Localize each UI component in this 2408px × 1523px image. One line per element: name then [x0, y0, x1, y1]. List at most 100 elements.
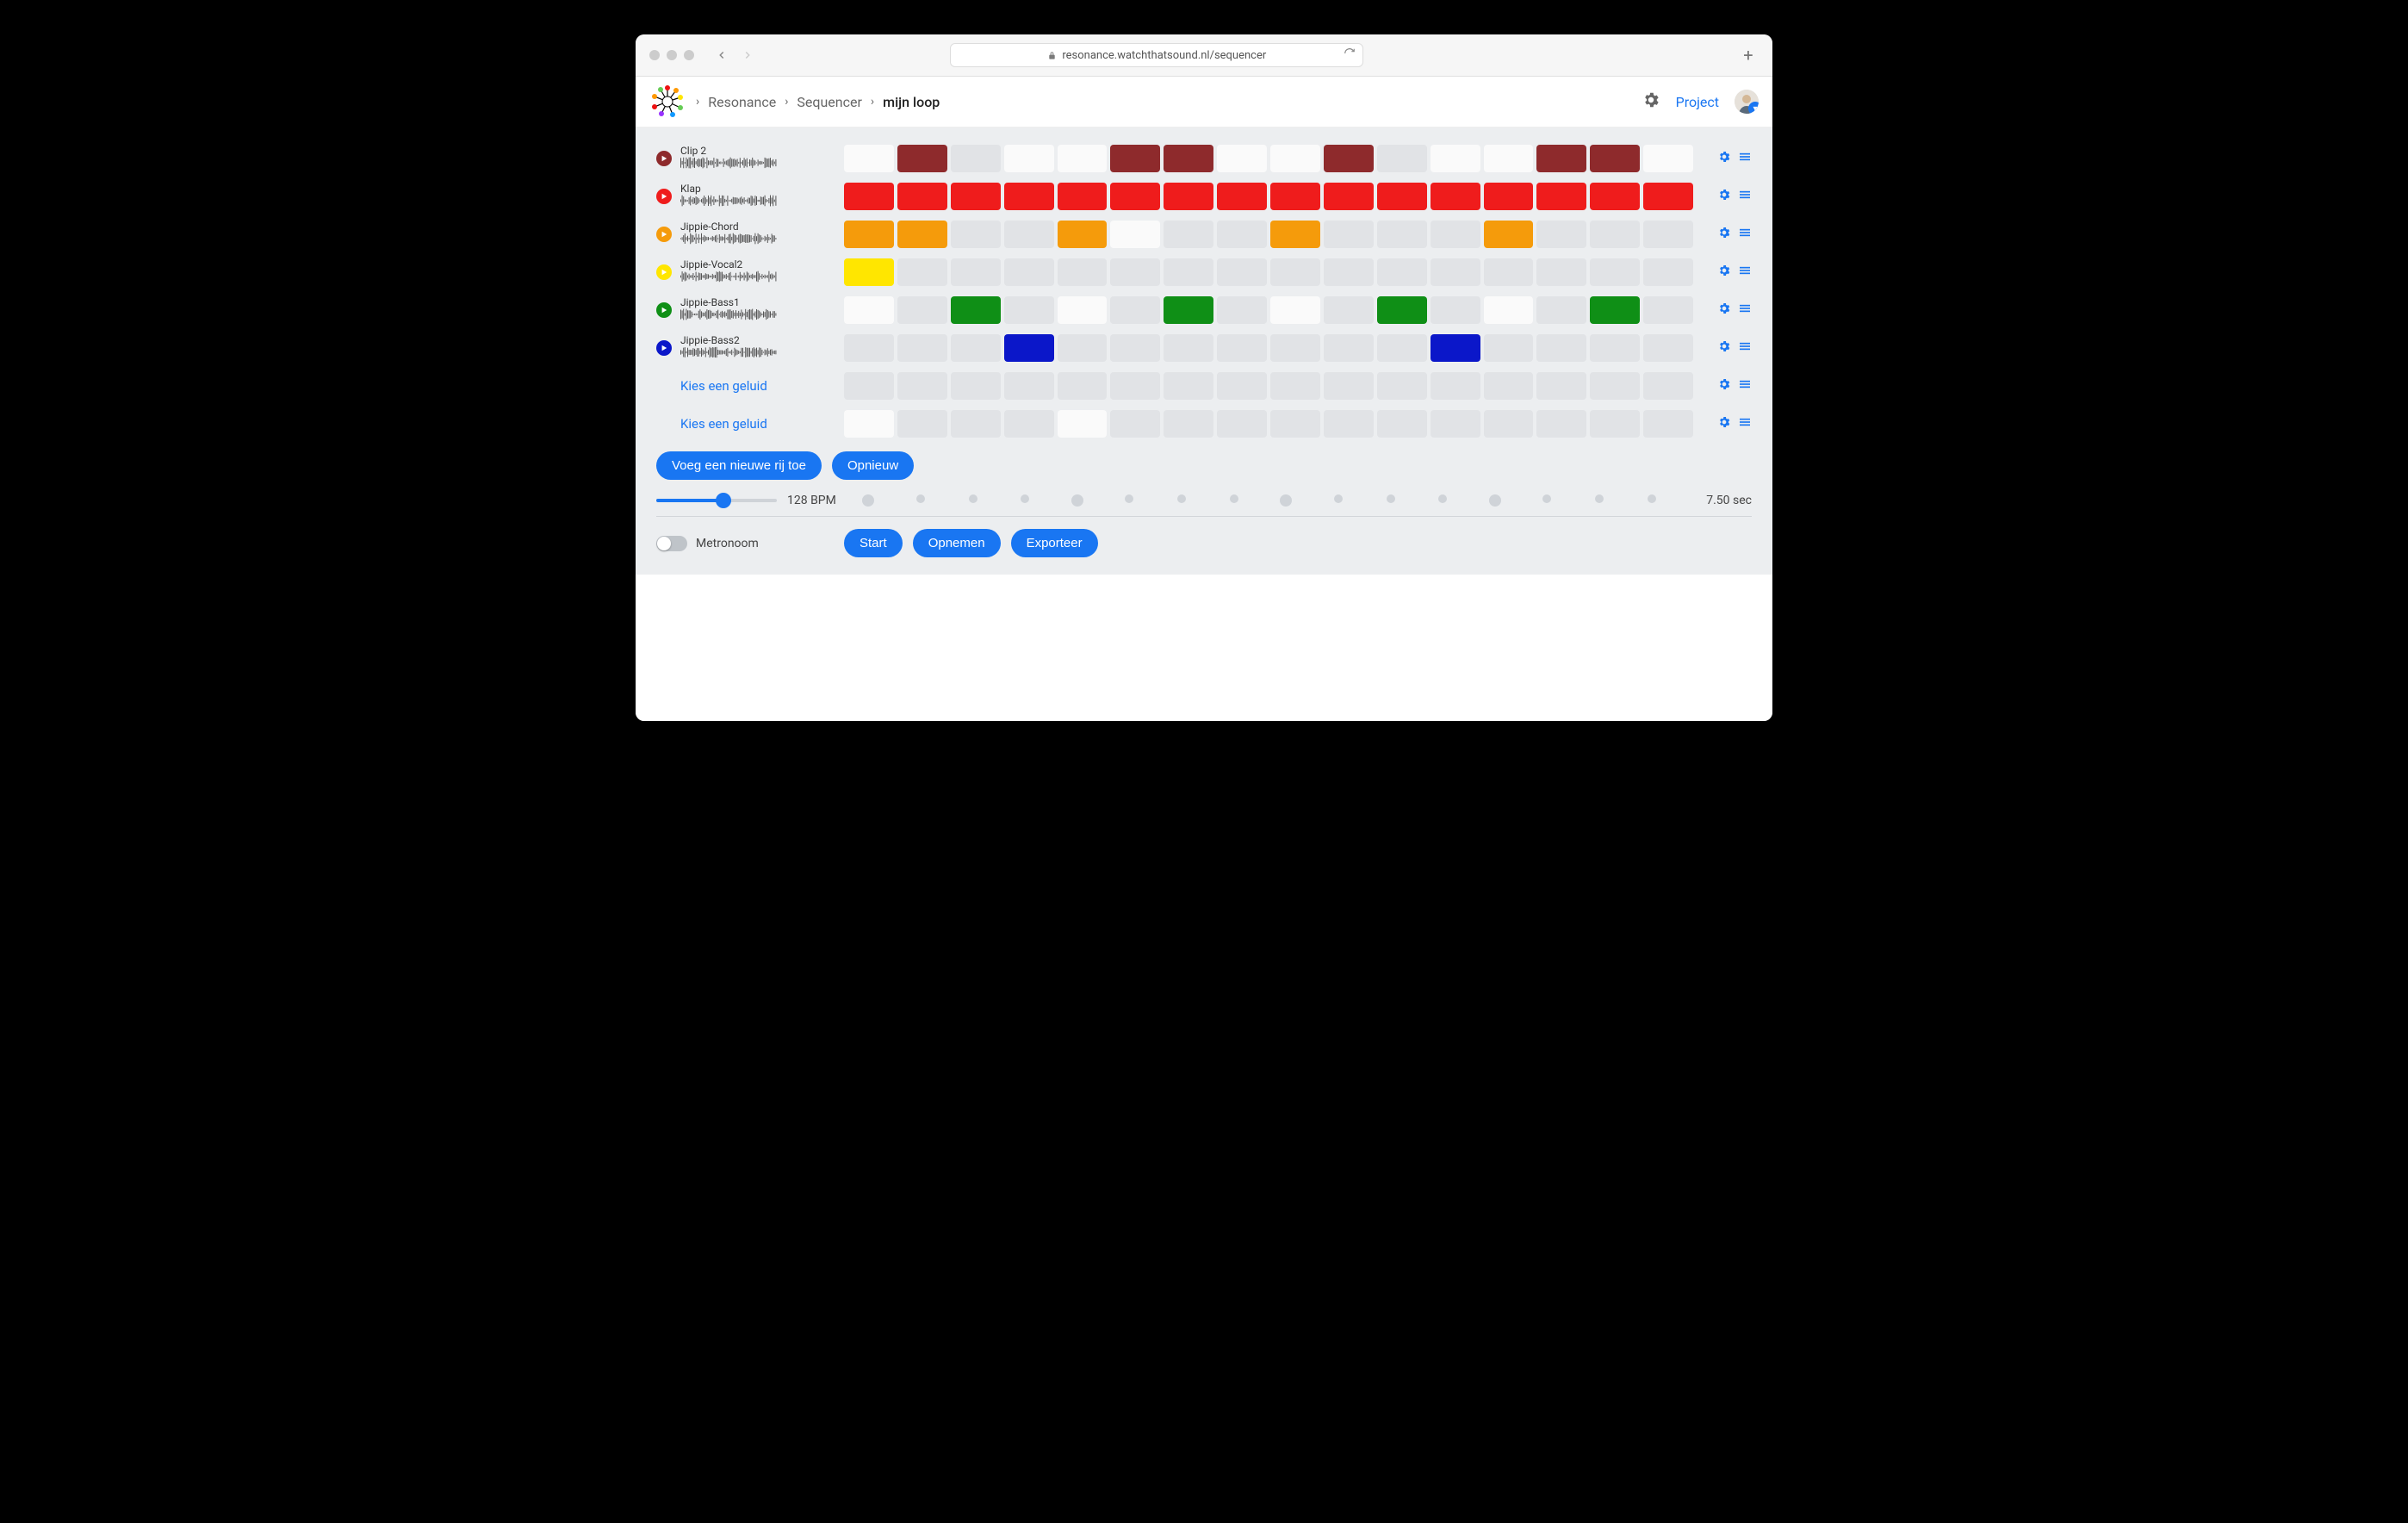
step-cell[interactable] [1270, 296, 1320, 324]
step-cell[interactable] [844, 258, 894, 286]
step-cell[interactable] [1484, 410, 1534, 438]
play-track-button[interactable] [656, 227, 672, 242]
breadcrumb-sequencer[interactable]: Sequencer [797, 94, 862, 110]
step-cell[interactable] [1110, 145, 1160, 172]
step-cell[interactable] [1324, 410, 1374, 438]
step-cell[interactable] [844, 372, 894, 400]
record-button[interactable]: Opnemen [913, 529, 1001, 557]
step-cell[interactable] [1484, 334, 1534, 362]
step-cell[interactable] [1164, 372, 1213, 400]
close-window-icon[interactable] [649, 50, 660, 60]
step-cell[interactable] [1431, 183, 1480, 210]
step-cell[interactable] [1324, 334, 1374, 362]
step-cell[interactable] [1164, 221, 1213, 248]
step-cell[interactable] [1590, 372, 1640, 400]
row-menu-icon[interactable] [1738, 188, 1752, 205]
step-cell[interactable] [1004, 145, 1054, 172]
step-cell[interactable] [1431, 372, 1480, 400]
step-cell[interactable] [1377, 183, 1427, 210]
step-cell[interactable] [1536, 410, 1586, 438]
step-cell[interactable] [1431, 145, 1480, 172]
start-button[interactable]: Start [844, 529, 903, 557]
step-cell[interactable] [1164, 334, 1213, 362]
step-cell[interactable] [1270, 372, 1320, 400]
row-menu-icon[interactable] [1738, 264, 1752, 281]
play-track-button[interactable] [656, 151, 672, 166]
step-cell[interactable] [1590, 145, 1640, 172]
step-cell[interactable] [1643, 221, 1693, 248]
maximize-window-icon[interactable] [684, 50, 694, 60]
step-cell[interactable] [1270, 334, 1320, 362]
back-button[interactable] [711, 45, 732, 65]
metronome-toggle[interactable] [656, 536, 687, 551]
step-cell[interactable] [1431, 296, 1480, 324]
step-cell[interactable] [1004, 258, 1054, 286]
step-cell[interactable] [951, 372, 1001, 400]
step-cell[interactable] [1004, 296, 1054, 324]
play-track-button[interactable] [656, 189, 672, 204]
step-cell[interactable] [1377, 296, 1427, 324]
step-cell[interactable] [1110, 334, 1160, 362]
step-cell[interactable] [1324, 183, 1374, 210]
step-cell[interactable] [1058, 334, 1108, 362]
step-cell[interactable] [1590, 258, 1640, 286]
step-cell[interactable] [1484, 221, 1534, 248]
step-cell[interactable] [897, 296, 947, 324]
row-menu-icon[interactable] [1738, 339, 1752, 357]
step-cell[interactable] [1484, 183, 1534, 210]
choose-sound-link[interactable]: Kies een geluid [656, 378, 767, 394]
row-settings-icon[interactable] [1717, 301, 1731, 319]
step-cell[interactable] [1270, 221, 1320, 248]
step-cell[interactable] [1431, 221, 1480, 248]
step-cell[interactable] [1324, 296, 1374, 324]
step-cell[interactable] [1270, 410, 1320, 438]
row-settings-icon[interactable] [1717, 188, 1731, 205]
step-cell[interactable] [1643, 183, 1693, 210]
refresh-icon[interactable] [1344, 47, 1356, 63]
step-cell[interactable] [1164, 145, 1213, 172]
step-cell[interactable] [951, 145, 1001, 172]
step-cell[interactable] [1058, 221, 1108, 248]
step-cell[interactable] [1536, 145, 1586, 172]
step-cell[interactable] [1536, 334, 1586, 362]
row-settings-icon[interactable] [1717, 339, 1731, 357]
slider-thumb[interactable] [716, 493, 731, 508]
step-cell[interactable] [1058, 296, 1108, 324]
step-cell[interactable] [1110, 410, 1160, 438]
choose-sound-link[interactable]: Kies een geluid [656, 416, 767, 432]
step-cell[interactable] [1324, 145, 1374, 172]
step-cell[interactable] [951, 258, 1001, 286]
step-cell[interactable] [897, 258, 947, 286]
step-cell[interactable] [1324, 372, 1374, 400]
step-cell[interactable] [1377, 372, 1427, 400]
step-cell[interactable] [1058, 258, 1108, 286]
step-cell[interactable] [897, 334, 947, 362]
row-menu-icon[interactable] [1738, 415, 1752, 432]
step-cell[interactable] [1643, 410, 1693, 438]
step-cell[interactable] [1004, 221, 1054, 248]
step-cell[interactable] [1270, 145, 1320, 172]
step-cell[interactable] [897, 372, 947, 400]
step-cell[interactable] [1377, 145, 1427, 172]
breadcrumb-resonance[interactable]: Resonance [708, 94, 776, 110]
step-cell[interactable] [844, 221, 894, 248]
step-cell[interactable] [1004, 372, 1054, 400]
step-cell[interactable] [897, 183, 947, 210]
step-cell[interactable] [1484, 296, 1534, 324]
row-menu-icon[interactable] [1738, 377, 1752, 395]
step-cell[interactable] [1484, 145, 1534, 172]
step-cell[interactable] [1058, 410, 1108, 438]
step-cell[interactable] [844, 183, 894, 210]
step-cell[interactable] [1217, 258, 1267, 286]
step-cell[interactable] [1431, 334, 1480, 362]
minimize-window-icon[interactable] [667, 50, 677, 60]
step-cell[interactable] [1270, 258, 1320, 286]
bpm-slider[interactable] [656, 499, 777, 502]
row-menu-icon[interactable] [1738, 150, 1752, 167]
step-cell[interactable] [1590, 221, 1640, 248]
step-cell[interactable] [1324, 258, 1374, 286]
step-cell[interactable] [1110, 372, 1160, 400]
step-cell[interactable] [1110, 258, 1160, 286]
step-cell[interactable] [1377, 334, 1427, 362]
step-cell[interactable] [1324, 221, 1374, 248]
